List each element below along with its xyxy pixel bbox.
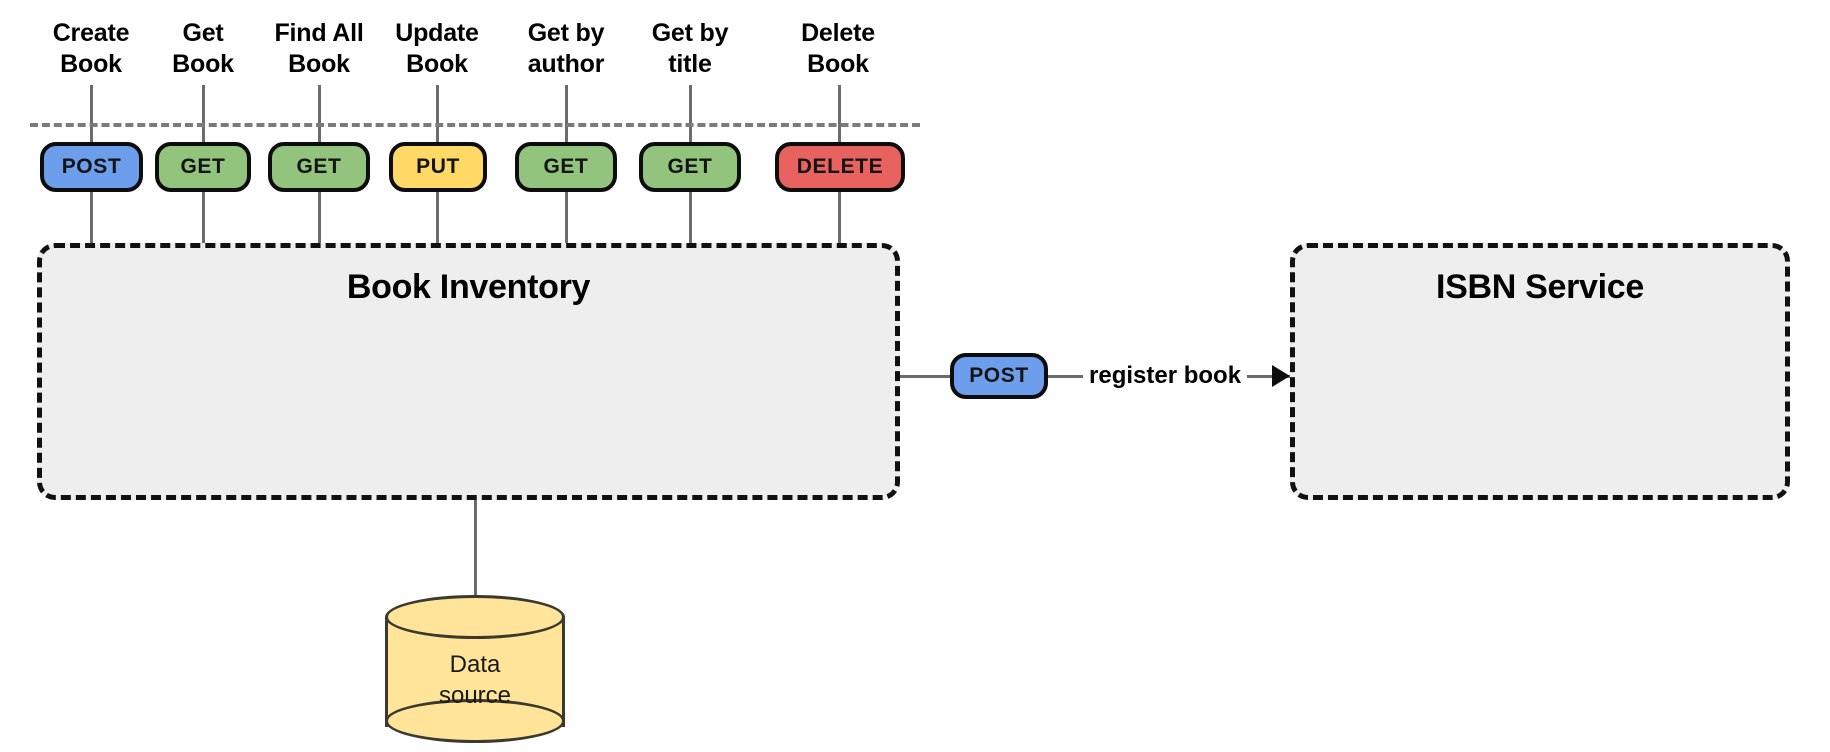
connector-stem-pill-find-all-book xyxy=(318,190,321,245)
connector-stem-get-by-author xyxy=(565,85,568,142)
connector-stem-pill-delete-book xyxy=(838,190,841,245)
arrowhead-register-book xyxy=(1272,365,1290,387)
datastore-data-source[interactable]: Data source xyxy=(385,595,565,750)
connector-stem-pill-create-book xyxy=(90,190,93,245)
connector-stem-get-by-title xyxy=(689,85,692,142)
connector-stem-update-book xyxy=(436,85,439,142)
service-boundary-line xyxy=(30,123,920,127)
operation-label-get-by-title: Get by title xyxy=(651,19,729,78)
connector-stem-pill-get-by-author xyxy=(565,190,568,245)
service-title-isbn-service: ISBN Service xyxy=(1435,268,1645,306)
operation-label-delete-book: Delete Book xyxy=(801,19,875,78)
edge-label-register-book: register book xyxy=(1083,362,1248,390)
http-method-pill-get-by-author[interactable]: GET xyxy=(515,142,617,192)
service-box-book-inventory[interactable]: Book Inventory xyxy=(37,243,900,500)
connector-stem-get-book xyxy=(202,85,205,142)
diagram-canvas: Create Book Get Book Find All Book Updat… xyxy=(0,0,1830,752)
connector-stem-create-book xyxy=(90,85,93,142)
datastore-label: Data source xyxy=(438,651,512,710)
http-method-pill-get-by-title[interactable]: GET xyxy=(639,142,741,192)
service-title-book-inventory: Book Inventory xyxy=(346,268,591,306)
datastore-top-ellipse xyxy=(385,595,565,639)
http-method-pill-post-register-book[interactable]: POST xyxy=(950,353,1048,399)
connector-stem-delete-book xyxy=(838,85,841,142)
http-method-pill-put-update-book[interactable]: PUT xyxy=(389,142,487,192)
connector-inventory-to-post-pill xyxy=(900,375,952,378)
connector-stem-find-all-book xyxy=(318,85,321,142)
http-method-pill-delete-book[interactable]: DELETE xyxy=(775,142,905,192)
connector-stem-pill-get-book xyxy=(202,190,205,245)
connector-stem-pill-update-book xyxy=(436,190,439,245)
http-method-pill-post-create-book[interactable]: POST xyxy=(40,142,143,192)
http-method-pill-get-find-all-book[interactable]: GET xyxy=(268,142,370,192)
connector-stem-pill-get-by-title xyxy=(689,190,692,245)
http-method-pill-get-book[interactable]: GET xyxy=(155,142,251,192)
service-box-isbn-service[interactable]: ISBN Service xyxy=(1290,243,1790,500)
